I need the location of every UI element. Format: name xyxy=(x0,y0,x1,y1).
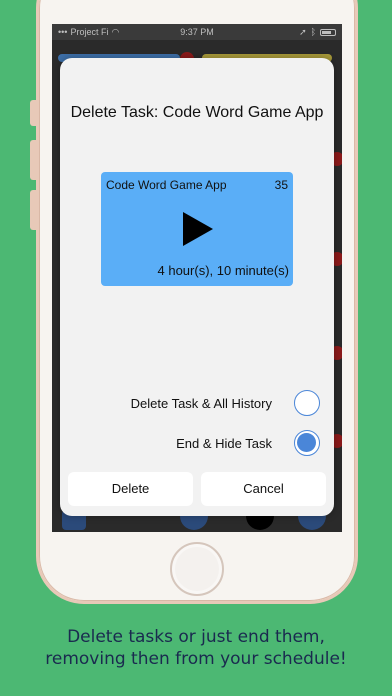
caption-line-1: Delete tasks or just end them, xyxy=(67,627,325,647)
dialog-title: Delete Task: Code Word Game App xyxy=(70,104,324,121)
option-label: Delete Task & All History xyxy=(130,396,272,411)
task-card: Code Word Game App 35 4 hour(s), 10 minu… xyxy=(101,172,293,286)
delete-task-dialog: Delete Task: Code Word Game App Code Wor… xyxy=(60,58,334,516)
caption-line-2: removing then from your schedule! xyxy=(45,649,347,669)
option-delete-all-history[interactable]: Delete Task & All History xyxy=(60,390,334,418)
signal-icon: ••• xyxy=(58,27,68,37)
option-end-hide-task[interactable]: End & Hide Task xyxy=(60,430,334,458)
carrier-label: Project Fi xyxy=(70,27,109,37)
task-count: 35 xyxy=(274,178,288,192)
end-hide-task-radio[interactable] xyxy=(294,430,320,456)
delete-button[interactable]: Delete xyxy=(68,472,193,506)
play-icon xyxy=(183,212,213,246)
delete-all-history-radio[interactable] xyxy=(294,390,320,416)
option-label: End & Hide Task xyxy=(176,436,272,451)
task-name: Code Word Game App xyxy=(106,178,227,192)
task-duration: 4 hour(s), 10 minute(s) xyxy=(157,263,290,278)
wifi-icon: ◠ xyxy=(111,26,120,37)
location-icon: ➚ xyxy=(299,26,307,37)
bluetooth-icon: ᛒ xyxy=(310,27,317,37)
promo-caption: Delete tasks or just end them, removing … xyxy=(0,626,392,670)
status-bar: ••• Project Fi ◠ 9:37 PM ➚ ᛒ xyxy=(52,24,342,40)
home-button[interactable] xyxy=(170,542,224,596)
cancel-button[interactable]: Cancel xyxy=(201,472,326,506)
status-time: 9:37 PM xyxy=(180,27,214,37)
battery-icon xyxy=(320,28,337,36)
